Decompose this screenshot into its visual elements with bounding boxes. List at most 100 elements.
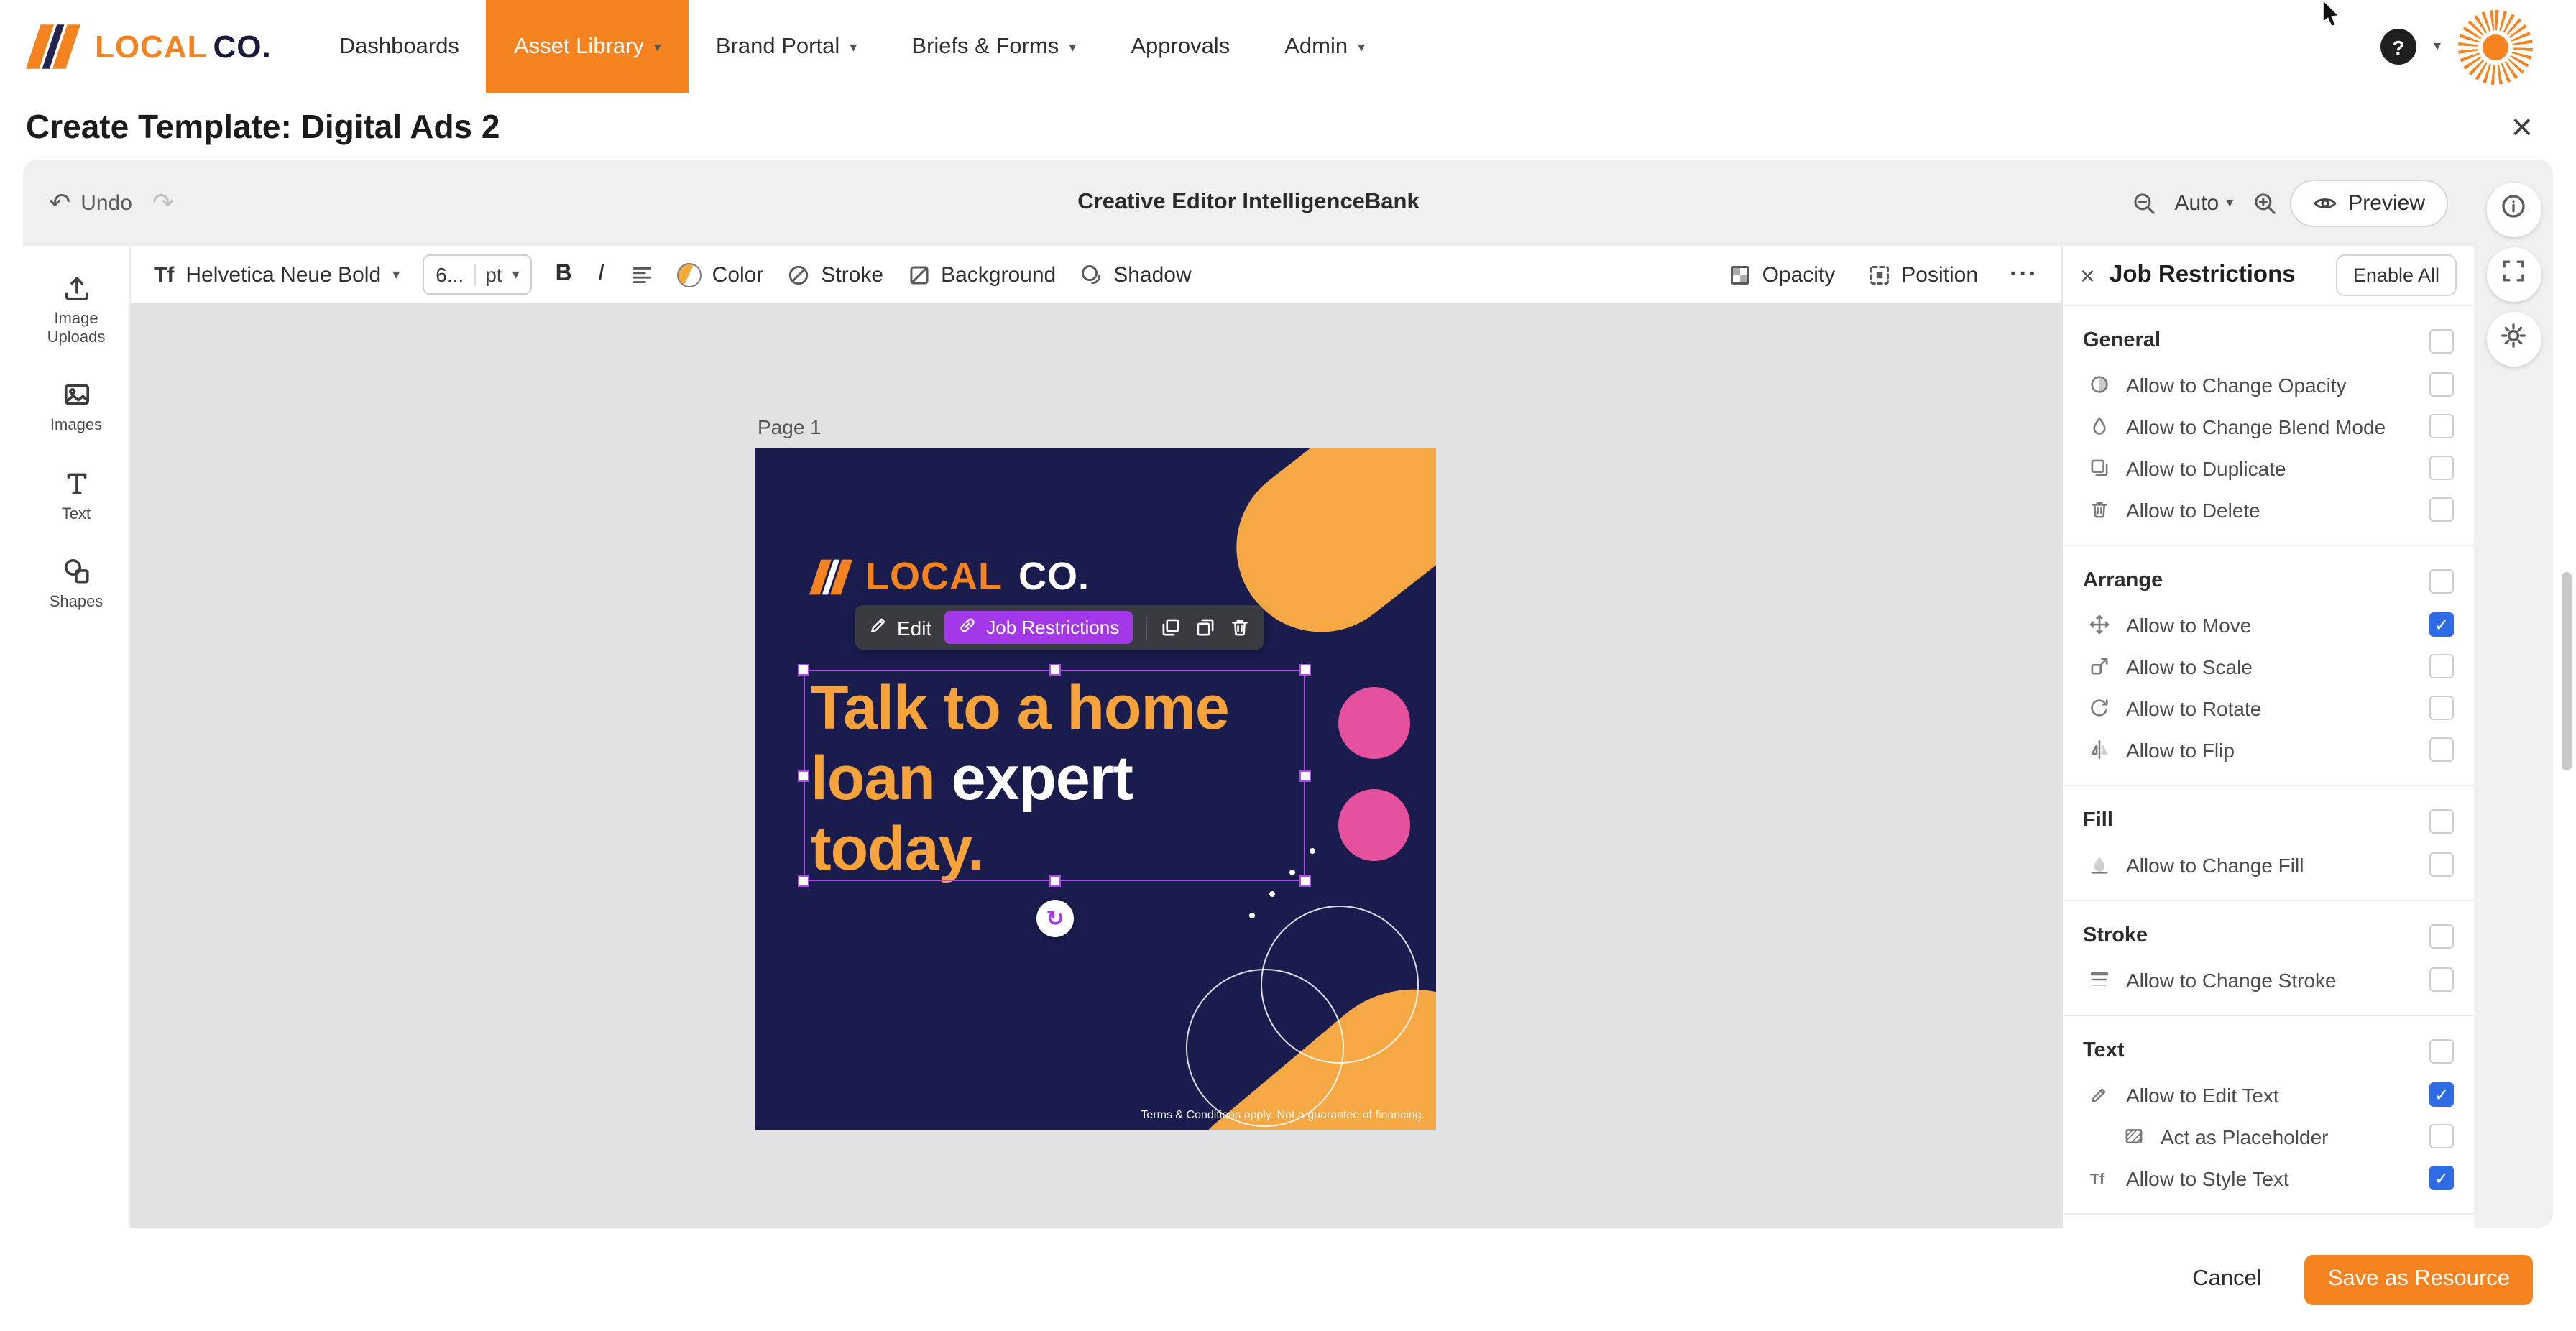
row-delete-icon (2086, 499, 2112, 520)
selection-handle[interactable] (1049, 664, 1060, 676)
position-icon (1867, 262, 1891, 287)
chevron-down-icon: ▾ (850, 40, 857, 56)
restriction-checkbox[interactable] (2429, 497, 2454, 522)
row-move-icon (2086, 614, 2112, 635)
help-button[interactable]: ? (2380, 29, 2416, 65)
send-backward-icon[interactable] (1194, 617, 1215, 638)
row-fill-icon (2086, 854, 2112, 875)
tool-shapes[interactable]: Shapes (23, 546, 129, 622)
italic-button[interactable]: I (595, 262, 607, 287)
tool-images[interactable]: Images (23, 370, 129, 446)
delete-element-icon[interactable] (1228, 617, 1250, 638)
nav-item-brand-portal[interactable]: Brand Portal ▾ (689, 0, 884, 93)
panel-close-icon[interactable]: × (2080, 262, 2095, 288)
text-tool-icon (61, 468, 91, 498)
save-as-resource-button[interactable]: Save as Resource (2305, 1254, 2533, 1304)
section-fill-checkbox[interactable] (2429, 809, 2454, 833)
text-selection-box[interactable] (804, 670, 1305, 881)
selection-handle[interactable] (1049, 875, 1060, 887)
info-button[interactable] (2486, 183, 2541, 237)
restriction-checkbox[interactable] (2429, 967, 2454, 992)
selection-handle[interactable] (1300, 875, 1311, 887)
resize-button[interactable] (2486, 247, 2541, 302)
color-button[interactable]: Color (678, 262, 764, 287)
section-text: Text Allow to Edit Text ✓ Act as Placeho… (2063, 1016, 2474, 1215)
background-label: Background (941, 262, 1056, 287)
section-title: Text (2083, 1039, 2429, 1062)
row-placeholder-icon (2120, 1125, 2146, 1147)
background-button[interactable]: Background (906, 262, 1056, 287)
selection-handle[interactable] (798, 770, 809, 781)
stroke-button[interactable]: Stroke (786, 262, 883, 287)
font-size-value: 6... (436, 263, 464, 286)
restriction-checkbox[interactable] (2429, 372, 2454, 397)
restriction-checkbox[interactable] (2429, 456, 2454, 480)
page-scrollbar[interactable] (2562, 572, 2572, 770)
nav-item-asset-library[interactable]: Asset Library ▾ (487, 0, 689, 93)
edit-button[interactable]: Edit (868, 615, 932, 640)
restriction-checkbox[interactable] (2429, 737, 2454, 762)
zoom-out-icon[interactable] (2132, 190, 2156, 215)
row-edit-text-icon (2086, 1084, 2112, 1105)
restriction-checkbox[interactable]: ✓ (2429, 1166, 2454, 1190)
selection-handle[interactable] (798, 875, 809, 887)
position-button[interactable]: Position (1867, 262, 1978, 287)
redo-button[interactable]: ↷ (152, 188, 174, 218)
brand-logo[interactable]: LOCALCO. (26, 0, 272, 93)
section-rows: Allow to Edit Text ✓ Act as Placeholder … (2083, 1074, 2454, 1199)
more-options-button[interactable]: ··· (2010, 260, 2038, 289)
brand-logo-icon (26, 24, 80, 69)
ad-dot (1249, 913, 1255, 918)
restriction-allow-to-change-blend-mode: Allow to Change Blend Mode (2083, 405, 2454, 447)
nav-item-admin[interactable]: Admin ▾ (1257, 0, 1392, 93)
restriction-checkbox[interactable] (2429, 696, 2454, 720)
restriction-checkbox[interactable]: ✓ (2429, 612, 2454, 637)
font-name: Helvetica Neue Bold (185, 262, 381, 287)
align-icon[interactable] (630, 262, 655, 287)
settings-button[interactable] (2486, 312, 2541, 367)
tool-label: Text (62, 505, 91, 524)
nav-item-briefs-forms[interactable]: Briefs & Forms ▾ (884, 0, 1103, 93)
zoom-select[interactable]: Auto ▾ (2169, 190, 2240, 215)
font-family-select[interactable]: Tf Helvetica Neue Bold ▾ (154, 262, 400, 287)
rotate-handle[interactable]: ↻ (1036, 900, 1074, 937)
enable-all-button[interactable]: Enable All (2336, 254, 2457, 296)
nav-item-dashboards[interactable]: Dashboards (312, 0, 487, 93)
selection-handle[interactable] (798, 664, 809, 676)
job-restrictions-button[interactable]: Job Restrictions (944, 611, 1132, 644)
tool-image-uploads[interactable]: Image Uploads (23, 263, 129, 359)
restriction-checkbox[interactable] (2429, 414, 2454, 438)
restriction-label: Allow to Edit Text (2126, 1083, 2415, 1106)
bold-button[interactable]: B (556, 262, 572, 287)
chevron-down-icon[interactable]: ▾ (2434, 39, 2441, 55)
restriction-checkbox[interactable] (2429, 852, 2454, 877)
restriction-checkbox[interactable] (2429, 1124, 2454, 1148)
creative-editor: ↶ Undo ↷ Creative Editor IntelligenceBan… (23, 160, 2553, 1228)
editor-canvas[interactable]: Page 1 (131, 303, 2061, 1228)
preview-button[interactable]: Preview (2289, 179, 2448, 226)
section-text-checkbox[interactable] (2429, 1038, 2454, 1063)
cancel-button[interactable]: Cancel (2192, 1266, 2262, 1292)
nav-item-approvals[interactable]: Approvals (1103, 0, 1257, 93)
undo-button[interactable]: ↶ Undo (49, 188, 132, 218)
chevron-down-icon: ▾ (512, 267, 520, 282)
restriction-checkbox[interactable]: ✓ (2429, 1082, 2454, 1107)
zoom-in-icon[interactable] (2252, 190, 2276, 215)
avatar[interactable] (2458, 9, 2533, 84)
tool-text[interactable]: Text (23, 458, 129, 534)
ad-artboard[interactable]: LOCAL CO. Talk to a homeloan experttoday… (755, 448, 1436, 1130)
section-stroke-checkbox[interactable] (2429, 924, 2454, 948)
ad-logo-co: CO. (1018, 555, 1090, 599)
font-size-select[interactable]: 6... pt ▾ (423, 254, 532, 295)
section-general-checkbox[interactable] (2429, 328, 2454, 353)
selection-handle[interactable] (1300, 770, 1311, 781)
close-icon[interactable]: × (2511, 108, 2533, 145)
restriction-checkbox[interactable] (2429, 654, 2454, 678)
opacity-button[interactable]: Opacity (1728, 262, 1836, 287)
shadow-button[interactable]: Shadow (1079, 262, 1191, 287)
selection-handle[interactable] (1300, 664, 1311, 676)
section-arrange-checkbox[interactable] (2429, 568, 2454, 593)
restriction-allow-to-change-stroke: Allow to Change Stroke (2083, 959, 2454, 1000)
bring-forward-icon[interactable] (1159, 617, 1181, 638)
row-scale-icon (2086, 655, 2112, 677)
